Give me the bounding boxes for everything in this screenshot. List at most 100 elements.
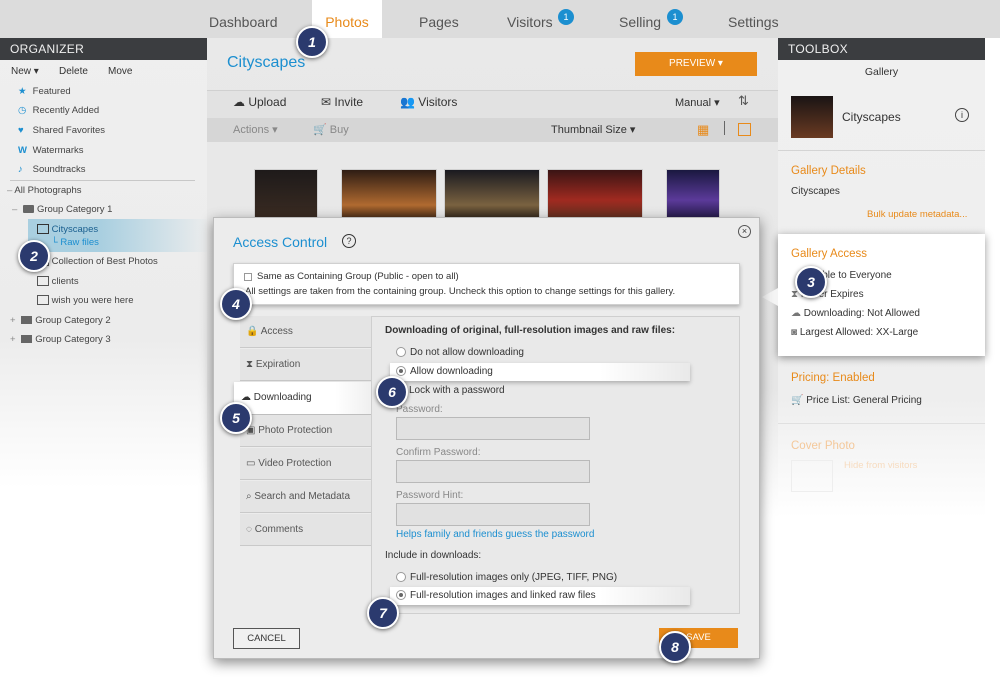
option-allow-downloading[interactable]: Allow downloading	[396, 366, 493, 377]
gallery-title: Cityscapes	[227, 54, 306, 71]
upload-button[interactable]: ☁ Upload	[233, 95, 286, 109]
org-group-category-2[interactable]: + Group Category 2	[0, 311, 207, 330]
grid-view-icon[interactable]: ▦	[697, 122, 709, 138]
tab-expiration[interactable]: ⧗ Expiration	[240, 349, 371, 381]
bulk-update-link[interactable]: Bulk update metadata...	[867, 209, 967, 220]
folder-icon	[21, 335, 33, 344]
same-as-group-note: All settings are taken from the containi…	[245, 286, 676, 297]
access-downloading: ☁ Downloading: Not Allowed	[791, 308, 920, 319]
sort-order-icon[interactable]: ⇅	[738, 93, 749, 109]
tab-downloading[interactable]: ☁ Downloading	[241, 382, 312, 414]
visitors-badge: 1	[558, 9, 574, 25]
preview-button[interactable]: PREVIEW ▾	[635, 52, 757, 76]
nav-visitors[interactable]: Visitors	[507, 0, 553, 38]
callout-4: 4	[220, 288, 252, 320]
cloud-download-icon: ☁	[241, 392, 251, 403]
callout-3: 3	[795, 266, 827, 298]
cancel-button[interactable]: CANCEL	[233, 628, 300, 649]
radio-do-not-allow[interactable]	[396, 347, 406, 358]
buy-button[interactable]: 🛒 Buy	[313, 123, 349, 136]
organizer-title: ORGANIZER	[0, 38, 207, 60]
option-images-and-raw[interactable]: Full-resolution images and linked raw fi…	[396, 590, 596, 601]
org-wish-you-were-here[interactable]: wish you were here	[0, 291, 207, 310]
single-view-icon[interactable]	[738, 123, 751, 136]
nav-settings[interactable]: Settings	[728, 0, 779, 38]
tab-photo-protection[interactable]: ▣ Photo Protection	[240, 415, 371, 447]
same-as-group-label: Same as Containing Group (Public - open …	[257, 271, 459, 282]
hide-from-visitors-link[interactable]: Hide from visitors	[844, 460, 917, 471]
photo-thumbnail[interactable]	[666, 169, 720, 221]
nav-dashboard[interactable]: Dashboard	[209, 0, 278, 38]
actions-menu[interactable]: Actions ▾	[233, 123, 278, 136]
radio-images-only[interactable]	[396, 572, 406, 583]
w-icon: W	[18, 145, 27, 156]
tab-search-metadata[interactable]: ⌕ Search and Metadata	[240, 481, 371, 513]
tab-video-protection[interactable]: ▭ Video Protection	[240, 448, 371, 480]
photo-thumbnail[interactable]	[254, 169, 318, 221]
radio-images-and-raw[interactable]	[396, 590, 406, 601]
dialog-title: Access Control	[233, 234, 328, 250]
password-hint-help: Helps family and friends guess the passw…	[396, 529, 595, 540]
access-largest-size: ◙ Largest Allowed: XX-Large	[791, 327, 919, 338]
org-group-category-3[interactable]: + Group Category 3	[0, 330, 207, 349]
help-icon[interactable]: ?	[342, 234, 356, 248]
cloud-download-icon: ☁	[791, 308, 801, 319]
confirm-password-field[interactable]	[396, 460, 590, 483]
org-group-category-1[interactable]: – Group Category 1	[0, 200, 207, 219]
cart-icon: 🛒	[791, 395, 804, 406]
thumbnail-size-dropdown[interactable]: Thumbnail Size ▾	[551, 123, 635, 136]
same-as-group-box	[233, 263, 740, 305]
gallery-details-heading[interactable]: Gallery Details	[791, 165, 866, 177]
close-icon[interactable]: ×	[738, 225, 751, 238]
hourglass-icon: ⧗	[246, 359, 254, 370]
org-soundtracks[interactable]: ♪ Soundtracks	[0, 160, 207, 179]
toolbox-panel: TOOLBOX Gallery Cityscapes i Gallery Det…	[778, 38, 985, 677]
org-clients[interactable]: clients	[0, 272, 207, 291]
org-watermarks[interactable]: W Watermarks	[0, 141, 207, 160]
clock-icon: ◷	[18, 105, 27, 116]
toolbox-divider	[778, 150, 985, 151]
info-icon[interactable]: i	[955, 108, 969, 122]
photo-thumbnail[interactable]	[341, 169, 437, 221]
same-as-group-checkbox[interactable]	[244, 273, 252, 281]
callout-6: 6	[376, 376, 408, 408]
tab-comments[interactable]: ◌ Comments	[240, 514, 371, 546]
gallery-cover-thumbnail	[791, 96, 833, 138]
callout-5: 5	[220, 402, 252, 434]
option-do-not-allow[interactable]: Do not allow downloading	[396, 347, 524, 358]
org-recently-added[interactable]: ◷ Recently Added	[0, 101, 207, 120]
photo-thumbnail[interactable]	[444, 169, 540, 221]
nav-selling[interactable]: Selling	[619, 0, 661, 38]
org-featured[interactable]: ★ Featured	[0, 82, 207, 101]
visitors-button[interactable]: 👥 Visitors	[400, 95, 457, 109]
new-menu[interactable]: New ▾	[11, 66, 39, 77]
move-button[interactable]: Move	[108, 66, 132, 77]
price-list[interactable]: 🛒 Price List: General Pricing	[791, 395, 922, 406]
callout-2: 2	[18, 240, 50, 272]
org-shared-favorites[interactable]: ♥ Shared Favorites	[0, 121, 207, 140]
org-all-photographs[interactable]: – All Photographs	[0, 181, 207, 200]
gallery-icon	[37, 295, 49, 306]
gallery-access-heading[interactable]: Gallery Access	[791, 248, 867, 260]
gallery-details-value: Cityscapes	[791, 186, 840, 197]
heart-icon: ♥	[18, 125, 24, 136]
password-field[interactable]	[396, 417, 590, 440]
people-icon: 👥	[400, 95, 415, 109]
sort-dropdown[interactable]: Manual ▾	[675, 96, 720, 109]
pricing-heading[interactable]: Pricing: Enabled	[791, 372, 875, 384]
lock-with-password[interactable]: Lock with a password	[409, 385, 505, 396]
folder-icon	[22, 205, 34, 214]
password-hint-label: Password Hint:	[396, 490, 464, 501]
cover-photo-heading[interactable]: Cover Photo	[791, 440, 855, 452]
option-images-only[interactable]: Full-resolution images only (JPEG, TIFF,…	[396, 572, 617, 583]
nav-pages[interactable]: Pages	[419, 0, 459, 38]
tab-access[interactable]: 🔒 Access	[240, 316, 371, 348]
photo-thumbnail[interactable]	[547, 169, 643, 221]
popout-arrow	[762, 288, 778, 306]
gallery-icon	[37, 276, 49, 287]
password-hint-field[interactable]	[396, 503, 590, 526]
radio-allow-downloading[interactable]	[396, 366, 406, 377]
delete-button[interactable]: Delete	[59, 66, 88, 77]
upload-icon: ☁	[233, 95, 245, 109]
invite-button[interactable]: ✉ Invite	[321, 95, 363, 109]
